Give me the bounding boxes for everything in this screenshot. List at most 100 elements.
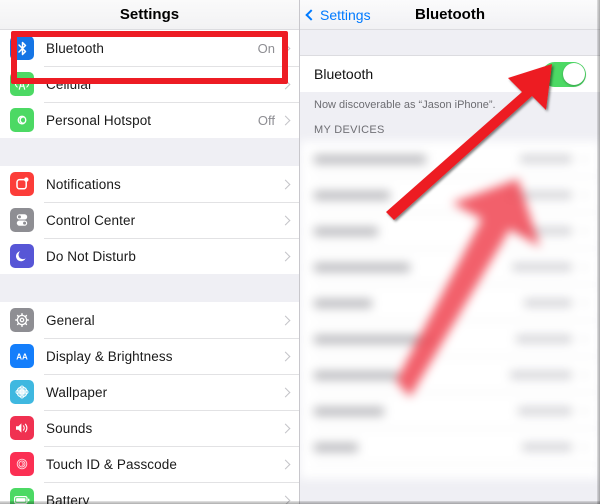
sidebar-item-label: Display & Brightness [46, 348, 173, 364]
chevron-right-icon [578, 442, 588, 452]
svg-text:AA: AA [16, 352, 28, 361]
group-separator [0, 138, 299, 166]
back-button-label: Settings [320, 6, 371, 23]
device-name [314, 262, 410, 272]
list-item[interactable] [300, 357, 600, 393]
device-name [314, 370, 398, 380]
device-list-blurred [300, 141, 600, 479]
device-status [520, 155, 572, 163]
list-item[interactable] [300, 213, 600, 249]
list-item[interactable] [300, 465, 600, 479]
sidebar-item-label: Do Not Disturb [46, 248, 136, 264]
device-status [514, 227, 572, 235]
device-status [512, 263, 572, 271]
gear-icon [10, 308, 34, 332]
my-devices-header: MY DEVICES [300, 111, 600, 141]
back-button[interactable]: Settings [305, 6, 371, 23]
settings-group-connectivity: Bluetooth On Cellular Personal Hotspot O… [0, 30, 299, 138]
device-name [314, 334, 434, 344]
sidebar-item-label: Sounds [46, 420, 93, 436]
sounds-speaker-icon [10, 416, 34, 440]
chevron-right-icon [280, 387, 291, 397]
list-item[interactable] [300, 177, 600, 213]
chevron-right-icon [280, 459, 291, 469]
device-name [314, 298, 372, 308]
sidebar-item-sounds[interactable]: Sounds [0, 410, 299, 446]
device-status [518, 407, 572, 415]
list-item[interactable] [300, 249, 600, 285]
sidebar-item-label: Wallpaper [46, 384, 108, 400]
chevron-right-icon [280, 79, 291, 89]
list-item[interactable] [300, 285, 600, 321]
sidebar-item-label: Bluetooth [46, 40, 104, 56]
chevron-left-icon [305, 8, 317, 21]
nav-spacer [300, 30, 600, 56]
personal-hotspot-link-icon [10, 108, 34, 132]
list-item[interactable] [300, 429, 600, 465]
list-item[interactable] [300, 321, 600, 357]
device-name [314, 478, 422, 479]
sidebar-item-label: Control Center [46, 212, 136, 228]
chevron-right-icon [280, 423, 291, 433]
sidebar-item-label: Notifications [46, 176, 121, 192]
page-title: Settings [119, 6, 180, 23]
list-item[interactable] [300, 393, 600, 429]
sidebar-item-label: Touch ID & Passcode [46, 456, 177, 472]
sidebar-item-value: On [257, 40, 275, 56]
chevron-right-icon [578, 154, 588, 164]
chevron-right-icon [280, 179, 291, 189]
do-not-disturb-moon-icon [10, 244, 34, 268]
touch-id-fingerprint-icon [10, 452, 34, 476]
sidebar-item-notifications[interactable]: Notifications [0, 166, 299, 202]
device-name [314, 442, 358, 452]
sidebar-item-cellular[interactable]: Cellular [0, 66, 299, 102]
chevron-right-icon [578, 298, 588, 308]
bluetooth-toggle[interactable] [542, 61, 586, 87]
discoverable-band: Now discoverable as “Jason iPhone”. [300, 92, 600, 111]
navigation-bar: Settings Bluetooth [300, 0, 600, 30]
bluetooth-detail-panel: Settings Bluetooth Bluetooth Now discove… [300, 0, 600, 504]
device-status [522, 443, 572, 451]
sidebar-item-label: Cellular [46, 76, 93, 92]
sidebar-item-wallpaper[interactable]: Wallpaper [0, 374, 299, 410]
sidebar-item-display-brightness[interactable]: AA Display & Brightness [0, 338, 299, 374]
sidebar-item-bluetooth[interactable]: Bluetooth On [0, 30, 299, 66]
control-center-sliders-icon [10, 208, 34, 232]
notifications-icon [10, 172, 34, 196]
device-name [314, 154, 426, 164]
sidebar-item-control-center[interactable]: Control Center [0, 202, 299, 238]
sidebar-item-general[interactable]: General [0, 302, 299, 338]
device-status [506, 191, 572, 199]
sidebar-item-do-not-disturb[interactable]: Do Not Disturb [0, 238, 299, 274]
display-brightness-aa-icon: AA [10, 344, 34, 368]
chevron-right-icon [280, 115, 291, 125]
device-status [516, 335, 572, 343]
chevron-right-icon [578, 406, 588, 416]
bluetooth-toggle-label: Bluetooth [314, 66, 374, 82]
toggle-knob [562, 63, 585, 85]
chevron-right-icon [280, 351, 291, 361]
bluetooth-icon [10, 36, 34, 60]
ios-settings-screenshot: Settings Bluetooth On Cellular Personal … [0, 0, 600, 504]
device-status [510, 371, 572, 379]
chevron-right-icon [578, 190, 588, 200]
settings-group-system: Notifications Control Center Do Not Dist… [0, 166, 299, 274]
chevron-right-icon [578, 334, 588, 344]
device-name [314, 226, 378, 236]
wallpaper-flower-icon [10, 380, 34, 404]
settings-master-panel: Settings Bluetooth On Cellular Personal … [0, 0, 300, 504]
sidebar-item-personal-hotspot[interactable]: Personal Hotspot Off [0, 102, 299, 138]
list-item[interactable] [300, 141, 600, 177]
group-separator [0, 274, 299, 302]
sidebar-item-touch-id-passcode[interactable]: Touch ID & Passcode [0, 446, 299, 482]
cellular-antenna-icon [10, 72, 34, 96]
bluetooth-toggle-row[interactable]: Bluetooth [300, 56, 600, 92]
settings-group-general: General AA Display & Brightness Wallpape… [0, 302, 299, 504]
chevron-right-icon [280, 43, 291, 53]
chevron-right-icon [578, 226, 588, 236]
settings-header: Settings [0, 0, 299, 30]
chevron-right-icon [280, 215, 291, 225]
sidebar-item-label: Personal Hotspot [46, 112, 152, 128]
chevron-right-icon [578, 262, 588, 272]
sidebar-item-value: Off [257, 112, 275, 128]
